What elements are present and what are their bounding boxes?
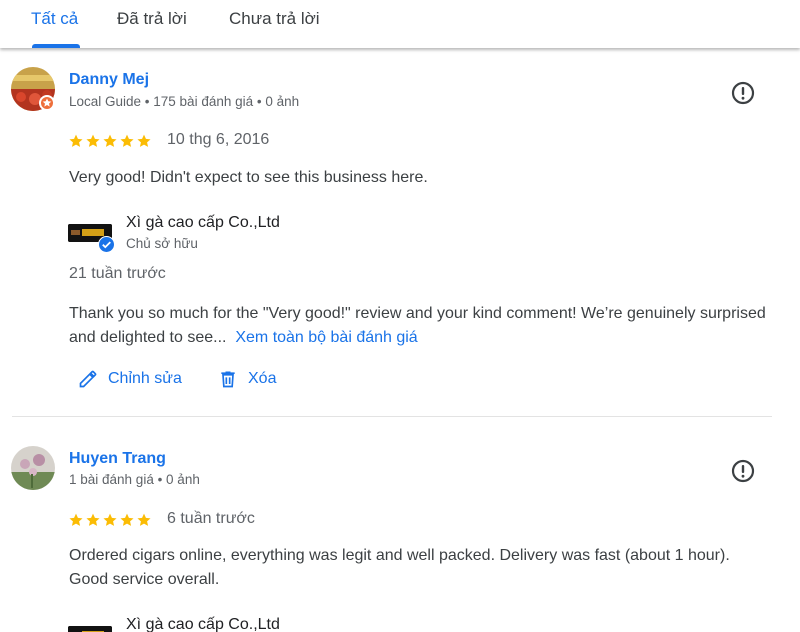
review-text: Ordered cigars online, everything was le… [69, 547, 730, 588]
tab-all[interactable]: Tất cả [31, 9, 78, 29]
flag-report-icon[interactable] [730, 458, 756, 484]
star-rating [68, 512, 152, 528]
review-filter-tabs: Tất cả Đã trả lời Chưa trả lời [0, 0, 800, 48]
star-icon [103, 134, 117, 147]
review-divider [12, 416, 772, 417]
owner-role: Chủ sở hữu [126, 236, 198, 251]
owner-name: Xì gà cao cấp Co.,Ltd [126, 616, 280, 632]
owner-name: Xì gà cao cấp Co.,Ltd [126, 214, 280, 231]
edit-reply-button[interactable]: Chỉnh sửa [78, 369, 182, 389]
star-icon [120, 134, 134, 147]
tab-unreplied[interactable]: Chưa trả lời [229, 9, 320, 29]
owner-logo [68, 626, 112, 632]
edit-label: Chỉnh sửa [108, 370, 182, 387]
reviewer-meta: 1 bài đánh giá • 0 ảnh [69, 472, 200, 487]
reply-time: 21 tuần trước [69, 265, 166, 282]
review-date: 10 thg 6, 2016 [167, 131, 270, 148]
pencil-icon [79, 370, 97, 388]
delete-reply-button[interactable]: Xóa [218, 369, 276, 389]
star-icon [69, 513, 83, 526]
see-full-review-link[interactable]: Xem toàn bộ bài đánh giá [235, 329, 417, 346]
avatar[interactable] [11, 446, 55, 490]
star-rating [68, 133, 152, 149]
local-guide-badge-icon [39, 95, 55, 111]
review-date: 6 tuần trước [167, 510, 255, 527]
reviewer-meta: Local Guide • 175 bài đánh giá • 0 ảnh [69, 94, 300, 109]
flag-report-icon[interactable] [730, 80, 756, 106]
active-tab-indicator [32, 44, 80, 48]
star-icon [120, 513, 134, 526]
reviewer-name[interactable]: Danny Mej [69, 71, 149, 89]
tab-replied[interactable]: Đã trả lời [117, 9, 187, 29]
star-icon [86, 134, 100, 147]
star-icon [103, 513, 117, 526]
verified-check-icon [98, 236, 115, 253]
review-text: Very good! Didn't expect to see this bus… [69, 169, 428, 186]
star-icon [137, 513, 151, 526]
delete-label: Xóa [248, 370, 277, 387]
trash-icon [221, 371, 235, 388]
reply-text: Thank you so much for the "Very good!" r… [69, 302, 769, 350]
star-icon [137, 134, 151, 147]
reviewer-name[interactable]: Huyen Trang [69, 450, 166, 468]
star-icon [69, 134, 83, 147]
star-icon [86, 513, 100, 526]
